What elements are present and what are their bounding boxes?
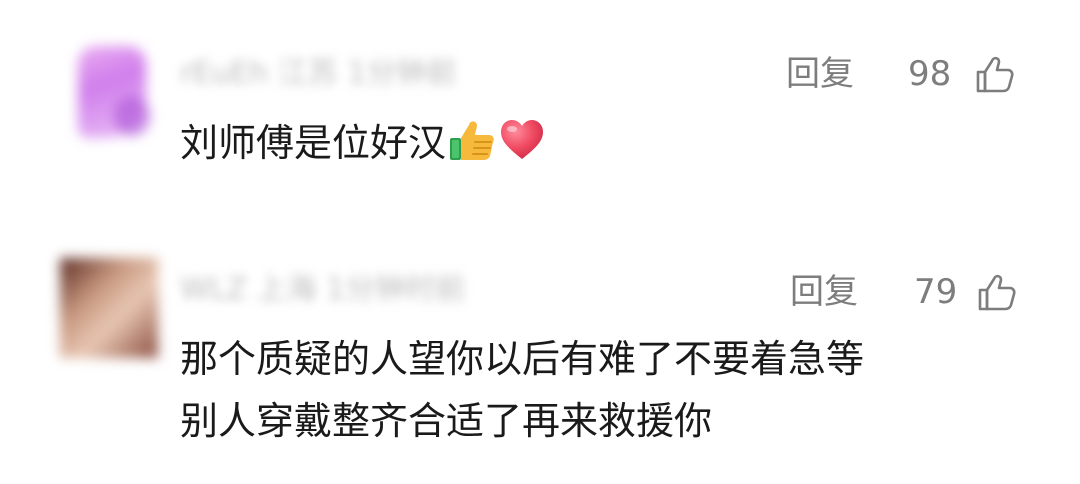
- thumbs-up-outline-icon[interactable]: [975, 270, 1019, 314]
- comment-text-content: 刘师傅是位好汉: [180, 121, 447, 165]
- comment-item: WLZ 上海 1分钟时前 回复 79 那个质疑的人望你以后有难了不要着急等 别人…: [0, 252, 1080, 484]
- comment-text-line: 那个质疑的人望你以后有难了不要着急等: [180, 337, 865, 381]
- comment-text: 刘师傅是位好汉: [180, 116, 546, 170]
- comment-meta-text: rEuEh 江苏 1分钟前: [180, 56, 457, 91]
- like-count: 98: [908, 54, 952, 94]
- comment-item: rEuEh 江苏 1分钟前 回复 98 刘师傅是位好汉: [0, 30, 1080, 230]
- thumbs-up-emoji: [450, 121, 494, 160]
- red-heart-emoji: [501, 120, 544, 159]
- comment-text-line: 别人穿戴整齐合适了再来救援你: [180, 399, 713, 443]
- comment-text: 那个质疑的人望你以后有难了不要着急等 别人穿戴整齐合适了再来救援你: [180, 328, 1060, 452]
- comment-meta-text: WLZ 上海 1分钟: [180, 272, 406, 307]
- like-count: 79: [914, 272, 958, 312]
- comment-meta: WLZ 上海 1分钟时前: [180, 272, 465, 308]
- avatar-badge: [114, 96, 150, 136]
- thumbs-up-outline-icon[interactable]: [973, 52, 1017, 96]
- avatar[interactable]: [70, 38, 154, 146]
- reply-button[interactable]: 回复: [790, 272, 858, 312]
- comment-meta: rEuEh 江苏 1分钟前: [180, 56, 456, 92]
- comment-time-text: 时前: [405, 272, 466, 307]
- avatar[interactable]: [60, 258, 158, 358]
- reply-button[interactable]: 回复: [786, 54, 854, 94]
